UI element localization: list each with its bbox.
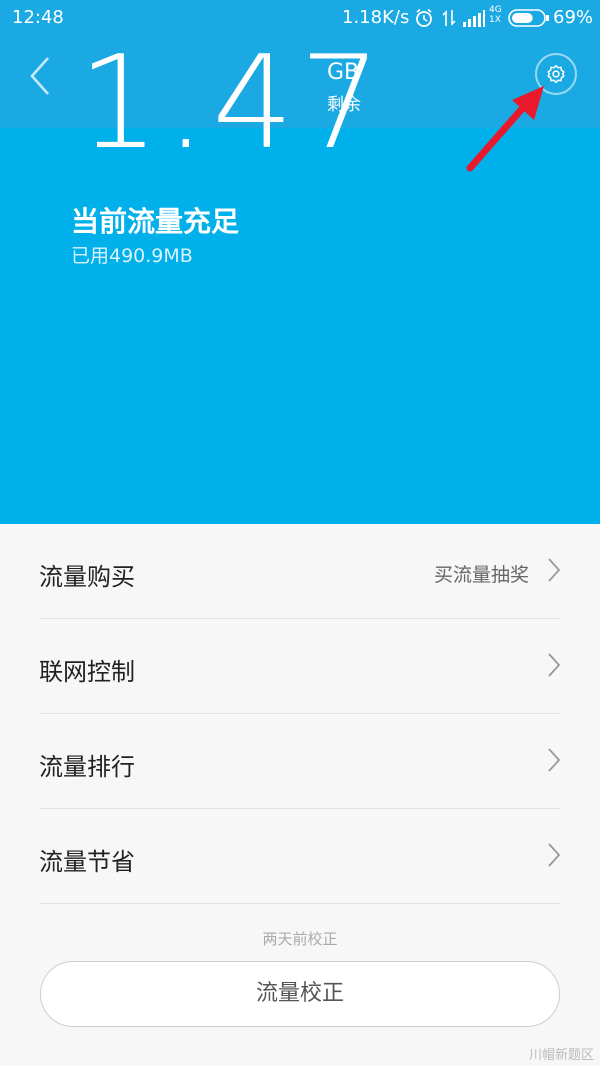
menu-item-buy-data[interactable]: 流量购买 买流量抽奖 (39, 524, 561, 619)
watermark: 川帽新题区 (528, 1048, 594, 1063)
remaining-unit: GB (327, 60, 360, 85)
chevron-right-icon (548, 653, 561, 677)
calibrate-button[interactable]: 流量校正 (40, 961, 560, 1027)
menu-item-hint: 买流量抽奖 (433, 564, 529, 586)
back-icon[interactable] (26, 56, 56, 96)
4g-icon: 4G 1X (489, 5, 502, 25)
red-arrow-annotation (466, 86, 544, 172)
menu-item-data-ranking[interactable]: 流量排行 (39, 714, 561, 809)
menu-item-network-control[interactable]: 联网控制 (39, 619, 561, 714)
chevron-right-icon (548, 843, 561, 867)
chevron-right-icon (548, 748, 561, 772)
status-time: 12:48 (12, 7, 64, 28)
used-amount: 已用490.9MB (71, 245, 193, 267)
remaining-label: 剩余 (327, 95, 361, 115)
calibration-note: 两天前校正 (262, 930, 338, 948)
menu-item-data-saving[interactable]: 流量节省 (39, 809, 561, 904)
menu-item-label: 联网控制 (39, 658, 135, 686)
status-net-speed: 1.18K/s (342, 7, 410, 28)
chevron-right-icon (548, 558, 561, 582)
battery-icon (508, 9, 549, 27)
menu-item-label: 流量排行 (39, 753, 135, 781)
menu-item-label: 流量购买 (39, 563, 135, 591)
alarm-icon (416, 8, 432, 27)
data-arrows-icon (442, 10, 456, 26)
menu-item-label: 流量节省 (39, 848, 135, 876)
usage-status-title: 当前流量充足 (71, 205, 240, 238)
menu-list: 流量购买 买流量抽奖 联网控制 流量排行 流量节省 (0, 524, 600, 904)
signal-icon (463, 10, 485, 27)
battery-percent: 69% (553, 7, 594, 28)
